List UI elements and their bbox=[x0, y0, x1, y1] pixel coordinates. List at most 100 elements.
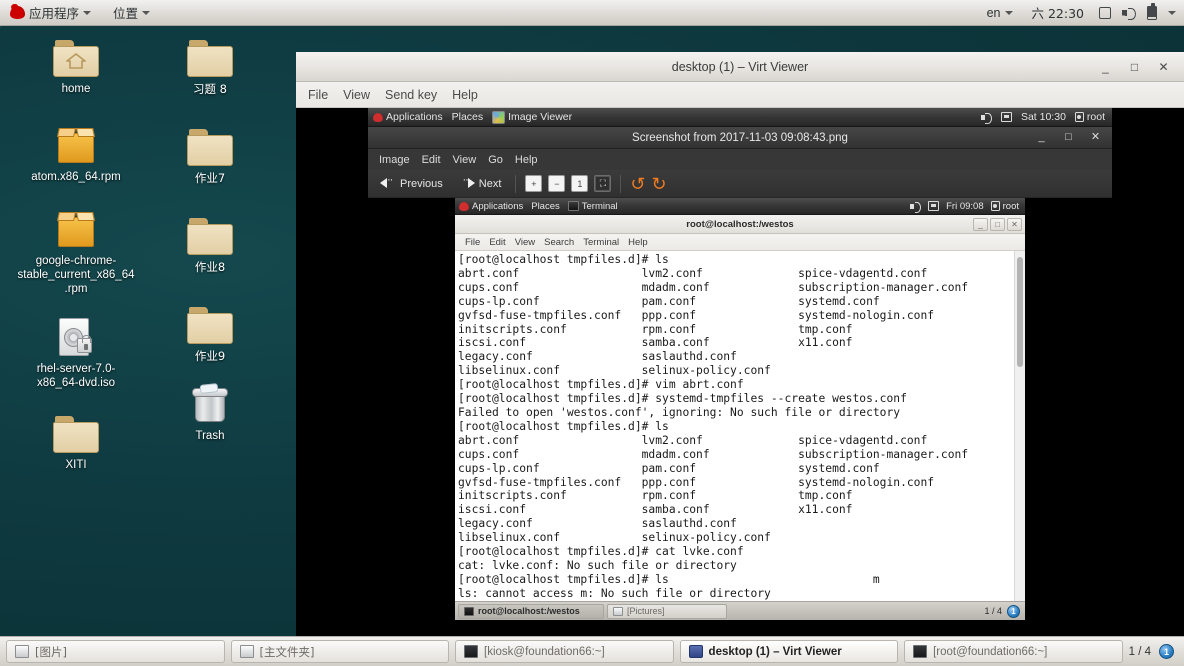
host-taskbar-item-home[interactable]: [主文件夹] bbox=[230, 640, 450, 663]
host-places-menu[interactable]: 位置 bbox=[109, 1, 154, 24]
terminal-output[interactable]: [root@localhost tmpfiles.d]# ls abrt.con… bbox=[455, 251, 1014, 601]
desktop-icon-zuoye7[interactable]: 作业7 bbox=[136, 129, 284, 185]
inner-workspace-switcher[interactable]: 1 / 4 1 bbox=[984, 604, 1022, 618]
desktop-icon-zuoye9[interactable]: 作业9 bbox=[136, 307, 284, 363]
desktop-icon-chrome-rpm[interactable]: google-chrome-stable_current_x86_64.rpm bbox=[2, 210, 150, 296]
menu-file[interactable]: File bbox=[461, 236, 484, 249]
network-icon[interactable] bbox=[1000, 112, 1012, 122]
terminal-titlebar[interactable]: root@localhost:/westos _ □ ✕ bbox=[455, 215, 1025, 234]
zoom-in-icon: + bbox=[531, 178, 537, 189]
image-viewer-titlebar[interactable]: Screenshot from 2017-11-03 09:08:43.png … bbox=[368, 127, 1112, 149]
menu-view[interactable]: View bbox=[337, 85, 376, 105]
menu-go[interactable]: Go bbox=[483, 152, 508, 168]
menu-help[interactable]: Help bbox=[510, 152, 543, 168]
speaker-icon[interactable] bbox=[980, 112, 992, 124]
inner-applications-menu[interactable]: Applications bbox=[459, 201, 523, 212]
zoom-out-button[interactable]: − bbox=[548, 175, 566, 192]
guest-user-menu[interactable]: root bbox=[1074, 111, 1105, 123]
next-label: Next bbox=[478, 177, 502, 190]
desktop-icon-atom-rpm[interactable]: atom.x86_64.rpm bbox=[2, 126, 150, 184]
desktop-icon-column-left: home atom.x86_64.rpm google-chrome-stabl… bbox=[2, 40, 150, 480]
maximize-button[interactable]: □ bbox=[990, 217, 1005, 231]
menu-image[interactable]: Image bbox=[374, 152, 415, 168]
zoom-in-button[interactable]: + bbox=[525, 175, 543, 192]
inner-workspace-badge[interactable]: 1 bbox=[1007, 604, 1020, 618]
guest-places-menu[interactable]: Places bbox=[452, 111, 484, 123]
battery-icon[interactable] bbox=[1147, 3, 1157, 20]
desktop-icon-trash[interactable]: Trash bbox=[136, 383, 284, 443]
image-viewer-window[interactable]: Screenshot from 2017-11-03 09:08:43.png … bbox=[368, 127, 1112, 666]
guest-active-app-label: Image Viewer bbox=[508, 111, 573, 123]
home-glyph-icon bbox=[66, 53, 86, 69]
virt-viewer-window[interactable]: desktop (1) – Virt Viewer _ □ ✕ File Vie… bbox=[296, 52, 1184, 666]
network-icon[interactable] bbox=[928, 201, 940, 211]
host-workspace-badge[interactable]: 1 bbox=[1159, 644, 1174, 659]
menu-help[interactable]: Help bbox=[446, 85, 484, 105]
close-button[interactable]: ✕ bbox=[1089, 132, 1102, 143]
terminal-scrollbar[interactable] bbox=[1014, 251, 1025, 601]
folder-icon bbox=[187, 40, 233, 78]
menu-terminal[interactable]: Terminal bbox=[579, 236, 623, 249]
terminal-window[interactable]: root@localhost:/westos _ □ ✕ File Edit V… bbox=[455, 215, 1025, 601]
desktop-icon-xiti[interactable]: XITI bbox=[2, 416, 150, 472]
rotate-right-button[interactable]: ↻ bbox=[652, 175, 667, 193]
normal-size-button[interactable]: 1 bbox=[571, 175, 589, 192]
speaker-icon[interactable] bbox=[910, 201, 922, 213]
taskbar-item-terminal[interactable]: root@localhost:/westos bbox=[458, 603, 604, 619]
desktop-icon-zuoye8[interactable]: 作业8 bbox=[136, 218, 284, 274]
menu-file[interactable]: File bbox=[302, 85, 334, 105]
speaker-icon[interactable] bbox=[1122, 7, 1136, 20]
close-button[interactable]: ✕ bbox=[1007, 217, 1022, 231]
terminal-window-controls: _ □ ✕ bbox=[973, 217, 1025, 231]
menu-edit[interactable]: Edit bbox=[485, 236, 509, 249]
screen-icon[interactable] bbox=[1099, 6, 1111, 19]
inner-active-app[interactable]: Terminal bbox=[567, 201, 618, 212]
desktop-icon-home[interactable]: home bbox=[2, 40, 150, 96]
host-taskbar-item-virt-viewer[interactable]: desktop (1) – Virt Viewer bbox=[679, 640, 899, 663]
menu-edit[interactable]: Edit bbox=[417, 152, 446, 168]
inner-clock[interactable]: Fri 09:08 bbox=[946, 201, 984, 212]
guest-active-app[interactable]: Image Viewer bbox=[492, 110, 573, 124]
best-fit-button[interactable]: ⛶ bbox=[594, 175, 612, 192]
menu-search[interactable]: Search bbox=[540, 236, 578, 249]
host-taskbar-item-kiosk-terminal[interactable]: [kiosk@foundation66:~] bbox=[455, 640, 674, 663]
menu-view[interactable]: View bbox=[511, 236, 539, 249]
host-taskbar-item-pictures[interactable]: [图片] bbox=[6, 640, 225, 663]
host-taskbar-item-root-terminal[interactable]: [root@foundation66:~] bbox=[904, 640, 1123, 663]
inner-guest-taskbar: root@localhost:/westos [Pictures] 1 / 4 … bbox=[455, 601, 1025, 620]
previous-button[interactable]: Previous bbox=[375, 174, 448, 193]
minimize-button[interactable]: _ bbox=[1035, 132, 1048, 143]
desktop-icon-rhel-iso[interactable]: rhel-server-7.0-x86_64-dvd.iso bbox=[2, 318, 150, 390]
guest-clock[interactable]: Sat 10:30 bbox=[1021, 111, 1066, 123]
host-workspace-switcher[interactable]: 1 / 4 1 bbox=[1129, 644, 1178, 659]
minimize-button[interactable]: _ bbox=[973, 217, 988, 231]
chevron-down-icon[interactable] bbox=[1168, 10, 1176, 15]
maximize-button[interactable]: □ bbox=[1062, 132, 1075, 143]
inner-places-menu[interactable]: Places bbox=[531, 201, 560, 212]
taskbar-item-pictures[interactable]: [Pictures] bbox=[607, 603, 727, 619]
rpm-package-icon bbox=[56, 126, 96, 166]
close-button[interactable]: ✕ bbox=[1157, 61, 1170, 73]
host-applications-menu[interactable]: 应用程序 bbox=[6, 1, 95, 24]
terminal-body[interactable]: [root@localhost tmpfiles.d]# ls abrt.con… bbox=[455, 251, 1025, 601]
guest-applications-label: Applications bbox=[386, 111, 443, 123]
virt-viewer-guest-canvas[interactable]: Applications Places Image Viewer Sat 10:… bbox=[296, 108, 1184, 666]
menu-send-key[interactable]: Send key bbox=[379, 85, 443, 105]
host-clock[interactable]: 六 22:30 bbox=[1028, 1, 1089, 24]
rotate-left-button[interactable]: ↺ bbox=[630, 175, 645, 193]
inner-user-menu[interactable]: root bbox=[990, 201, 1019, 212]
guest-applications-menu[interactable]: Applications bbox=[373, 111, 443, 123]
menu-view[interactable]: View bbox=[448, 152, 482, 168]
image-viewer-canvas[interactable]: Applications Places Terminal Fri 09:08 r… bbox=[368, 198, 1112, 659]
redhat-logo-icon bbox=[459, 201, 469, 211]
inner-applications-label: Applications bbox=[472, 200, 524, 212]
keyboard-layout-indicator[interactable]: en bbox=[983, 4, 1017, 22]
maximize-button[interactable]: □ bbox=[1128, 61, 1141, 73]
virt-viewer-titlebar[interactable]: desktop (1) – Virt Viewer _ □ ✕ bbox=[296, 52, 1184, 82]
next-button[interactable]: Next bbox=[454, 174, 507, 193]
minimize-button[interactable]: _ bbox=[1099, 61, 1112, 73]
screen-root: 应用程序 位置 en 六 22:30 home atom.x86_64.rpm … bbox=[0, 0, 1184, 666]
desktop-icon-xiti8[interactable]: 习题 8 bbox=[136, 40, 284, 96]
menu-help[interactable]: Help bbox=[624, 236, 652, 249]
terminal-scrollbar-thumb[interactable] bbox=[1017, 257, 1023, 367]
